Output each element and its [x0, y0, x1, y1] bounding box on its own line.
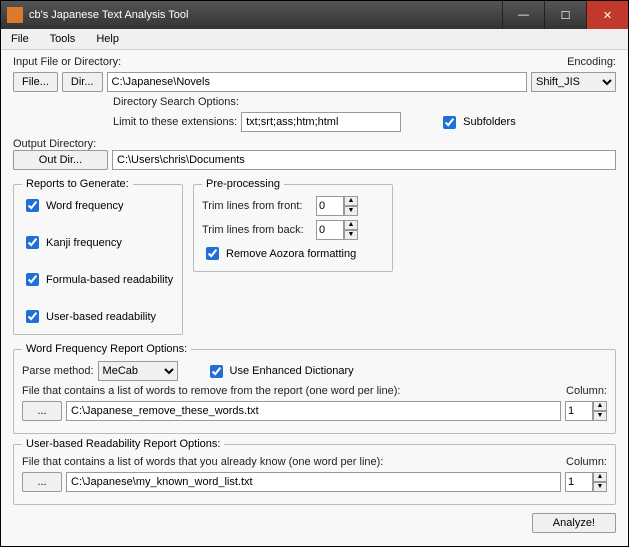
reports-legend: Reports to Generate: — [22, 178, 133, 190]
menu-help[interactable]: Help — [96, 33, 119, 45]
trim-front-input[interactable] — [316, 196, 344, 216]
trim-back-label: Trim lines from back: — [202, 224, 312, 236]
output-path-field[interactable] — [112, 150, 616, 170]
spin-up-icon[interactable]: ▲ — [344, 196, 358, 206]
encoding-select[interactable]: Shift_JIS — [531, 72, 616, 92]
known-words-label: File that contains a list of words that … — [22, 456, 383, 468]
dir-button[interactable]: Dir... — [62, 72, 103, 92]
ub-column-label: Column: — [566, 456, 607, 468]
wfopts-legend: Word Frequency Report Options: — [22, 343, 191, 355]
subfolders-label: Subfolders — [463, 116, 516, 128]
window-title: cb's Japanese Text Analysis Tool — [29, 9, 502, 21]
remove-words-path-field[interactable] — [66, 401, 561, 421]
parse-method-select[interactable]: MeCab — [98, 361, 178, 381]
dirsearch-legend: Directory Search Options: — [113, 96, 616, 108]
spin-up-icon[interactable]: ▲ — [593, 401, 607, 411]
limit-ext-label: Limit to these extensions: — [113, 116, 237, 128]
spin-down-icon[interactable]: ▼ — [593, 411, 607, 421]
enhanced-dict-checkbox[interactable]: Use Enhanced Dictionary — [206, 362, 354, 381]
spin-up-icon[interactable]: ▲ — [593, 472, 607, 482]
wf-column-spinner[interactable]: ▲▼ — [565, 401, 607, 421]
trim-back-spinner[interactable]: ▲▼ — [316, 220, 358, 240]
input-label: Input File or Directory: — [13, 56, 121, 68]
ubopts-legend: User-based Readability Report Options: — [22, 438, 224, 450]
app-window: cb's Japanese Text Analysis Tool — ☐ ✕ F… — [0, 0, 629, 547]
known-words-browse-button[interactable]: ... — [22, 472, 62, 492]
aozora-checkbox[interactable]: Remove Aozora formatting — [202, 244, 384, 263]
subfolders-checkbox[interactable]: Subfolders — [439, 113, 516, 132]
known-words-path-field[interactable] — [66, 472, 561, 492]
parse-method-label: Parse method: — [22, 365, 94, 377]
input-path-field[interactable] — [107, 72, 527, 92]
spin-down-icon[interactable]: ▼ — [593, 482, 607, 492]
subfolders-check-input[interactable] — [443, 116, 456, 129]
file-button[interactable]: File... — [13, 72, 58, 92]
kanji-freq-checkbox[interactable]: Kanji frequency — [22, 233, 174, 252]
encoding-label: Encoding: — [567, 56, 616, 68]
trim-back-input[interactable] — [316, 220, 344, 240]
remove-words-label: File that contains a list of words to re… — [22, 385, 400, 397]
titlebar: cb's Japanese Text Analysis Tool — ☐ ✕ — [1, 1, 628, 29]
word-freq-checkbox[interactable]: Word frequency — [22, 196, 174, 215]
menu-file[interactable]: File — [11, 33, 29, 45]
out-dir-button[interactable]: Out Dir... — [13, 150, 108, 170]
preproc-legend: Pre-processing — [202, 178, 284, 190]
formula-readability-checkbox[interactable]: Formula-based readability — [22, 270, 174, 289]
wf-column-label: Column: — [566, 385, 607, 397]
maximize-button[interactable]: ☐ — [544, 1, 586, 29]
wf-column-input[interactable] — [565, 401, 593, 421]
menu-tools[interactable]: Tools — [50, 33, 76, 45]
spin-down-icon[interactable]: ▼ — [344, 230, 358, 240]
minimize-button[interactable]: — — [502, 1, 544, 29]
limit-ext-field[interactable] — [241, 112, 401, 132]
menubar: File Tools Help — [1, 29, 628, 50]
spin-up-icon[interactable]: ▲ — [344, 220, 358, 230]
remove-words-browse-button[interactable]: ... — [22, 401, 62, 421]
analyze-button[interactable]: Analyze! — [532, 513, 616, 533]
spin-down-icon[interactable]: ▼ — [344, 206, 358, 216]
output-label: Output Directory: — [13, 138, 616, 150]
trim-front-label: Trim lines from front: — [202, 200, 312, 212]
ub-column-spinner[interactable]: ▲▼ — [565, 472, 607, 492]
user-readability-checkbox[interactable]: User-based readability — [22, 307, 174, 326]
trim-front-spinner[interactable]: ▲▼ — [316, 196, 358, 216]
ub-column-input[interactable] — [565, 472, 593, 492]
content-area: Input File or Directory: Encoding: File.… — [1, 50, 628, 546]
close-button[interactable]: ✕ — [586, 1, 628, 29]
app-icon — [7, 7, 23, 23]
